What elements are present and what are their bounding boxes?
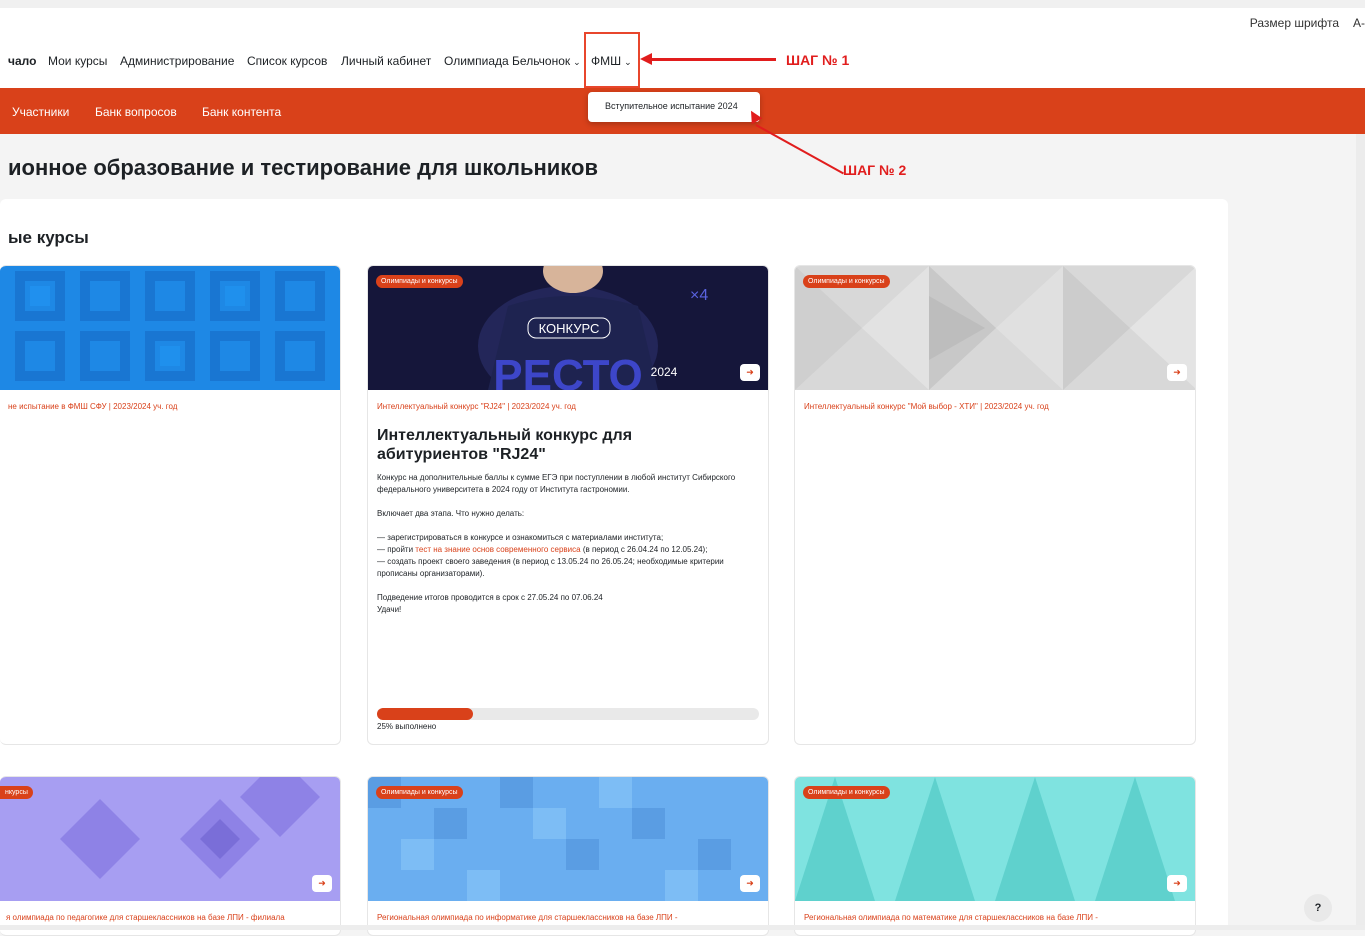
course-category[interactable]: Интеллектуальный конкурс "Мой выбор - ХТ… xyxy=(804,402,1049,411)
nav-olympiad-belchonok[interactable]: Олимпиада Бельчонок ⌄ xyxy=(444,54,581,68)
course-category[interactable]: Региональная олимпиада по математике для… xyxy=(804,913,1098,922)
fmsh-dropdown-item[interactable]: Вступительное испытание 2024 xyxy=(588,92,760,122)
scrollbar-track[interactable] xyxy=(1356,134,1365,930)
progress-bar xyxy=(377,708,759,720)
help-button[interactable]: ? xyxy=(1304,894,1332,922)
nav-personal-account[interactable]: Личный кабинет xyxy=(341,54,431,68)
desc-line: Удачи! xyxy=(377,605,402,614)
top-bar: Размер шрифта A- xyxy=(0,0,1365,34)
enter-icon[interactable]: ➜ xyxy=(1167,364,1187,381)
course-card[interactable]: КОНКУРС РЕСТО 2024 ×4 Олимпиады и конкур… xyxy=(367,265,769,745)
section-title: ые курсы xyxy=(8,228,89,247)
nav-administration[interactable]: Администрирование xyxy=(120,54,234,68)
nav-course-list[interactable]: Список курсов xyxy=(247,54,327,68)
course-image: Олимпиады и конкурсы ➜ xyxy=(795,777,1195,901)
tab-participants[interactable]: Участники xyxy=(12,105,69,119)
enter-icon[interactable]: ➜ xyxy=(312,875,332,892)
image-text-year: 2024 xyxy=(651,365,678,379)
desc-line: Подведение итогов проводится в срок с 27… xyxy=(377,593,603,602)
course-image: Олимпиады и конкурсы ➜ xyxy=(368,777,768,901)
step1-label: ШАГ № 1 xyxy=(786,52,850,68)
desc-paragraph: Конкурс на дополнительные баллы к сумме … xyxy=(377,473,736,494)
category-badge: Олимпиады и конкурсы xyxy=(803,786,890,799)
desc-paragraph: Включает два этапа. Что нужно делать: xyxy=(377,509,525,518)
nav-my-courses[interactable]: Мои курсы xyxy=(48,54,107,68)
tab-question-bank[interactable]: Банк вопросов xyxy=(95,105,177,119)
course-card[interactable]: не испытание в ФМШ СФУ | 2023/2024 уч. г… xyxy=(0,265,341,745)
desc-text: (в период с 26.04.24 по 12.05.24); xyxy=(582,545,708,554)
course-title[interactable]: Интеллектуальный конкурс для абитуриенто… xyxy=(377,426,747,464)
course-image: нкурсы ➜ xyxy=(0,777,340,901)
image-text-contest: КОНКУРС xyxy=(539,321,600,336)
course-card[interactable]: Олимпиады и конкурсы ➜ Интеллектуальный … xyxy=(794,265,1196,745)
enter-icon[interactable]: ➜ xyxy=(1167,875,1187,892)
course-category[interactable]: Интеллектуальный конкурс "RJ24" | 2023/2… xyxy=(377,402,576,411)
course-card[interactable]: Олимпиады и конкурсы ➜ Региональная олим… xyxy=(367,776,769,936)
step1-highlight-box xyxy=(584,32,640,88)
page-title: ионное образование и тестирование для шк… xyxy=(8,155,598,180)
nav-home[interactable]: чало xyxy=(8,54,36,68)
course-category[interactable]: Региональная олимпиада по информатике дл… xyxy=(377,913,678,922)
nav-olympiad-label: Олимпиада Бельчонок xyxy=(444,54,571,68)
category-badge: Олимпиады и конкурсы xyxy=(376,786,463,799)
tab-content-bank[interactable]: Банк контента xyxy=(202,105,281,119)
desc-line: — зарегистрироваться в конкурсе и ознако… xyxy=(377,533,664,542)
step1-arrow-line xyxy=(646,58,776,61)
svg-text:×4: ×4 xyxy=(690,287,708,304)
course-category[interactable]: не испытание в ФМШ СФУ | 2023/2024 уч. г… xyxy=(8,402,177,411)
chevron-down-icon: ⌄ xyxy=(573,57,581,67)
image-text-resto: РЕСТО xyxy=(493,351,642,390)
category-badge: Олимпиады и конкурсы xyxy=(803,275,890,288)
course-description: Конкурс на дополнительные баллы к сумме … xyxy=(377,472,752,616)
desc-line: — создать проект своего заведения (в пер… xyxy=(377,557,724,578)
test-link[interactable]: тест на знание основ современного сервис… xyxy=(415,545,580,554)
course-category[interactable]: я олимпиада по педагогике для старшеклас… xyxy=(6,913,285,922)
course-image xyxy=(0,266,340,390)
font-size-label: Размер шрифта xyxy=(1249,16,1339,30)
course-image: КОНКУРС РЕСТО 2024 ×4 Олимпиады и конкур… xyxy=(368,266,768,390)
step2-label: ШАГ № 2 xyxy=(843,162,907,178)
enter-icon[interactable]: ➜ xyxy=(740,875,760,892)
primary-nav: чало Мои курсы Администрирование Список … xyxy=(0,34,1365,88)
course-image: Олимпиады и конкурсы ➜ xyxy=(795,266,1195,390)
course-card[interactable]: Олимпиады и конкурсы ➜ Региональная олим… xyxy=(794,776,1196,936)
progress-label: 25% выполнено xyxy=(377,722,437,731)
bottom-edge xyxy=(0,925,1365,930)
category-badge: Олимпиады и конкурсы xyxy=(376,275,463,288)
progress-fill xyxy=(377,708,473,720)
font-size-decrease-button[interactable]: A- xyxy=(1353,16,1365,30)
course-card[interactable]: нкурсы ➜ я олимпиада по педагогике для с… xyxy=(0,776,341,936)
enter-icon[interactable]: ➜ xyxy=(740,364,760,381)
desc-text: — пройти xyxy=(377,545,414,554)
category-badge: нкурсы xyxy=(0,786,33,799)
desc-line: — пройти тест на знание основ современно… xyxy=(377,544,752,556)
